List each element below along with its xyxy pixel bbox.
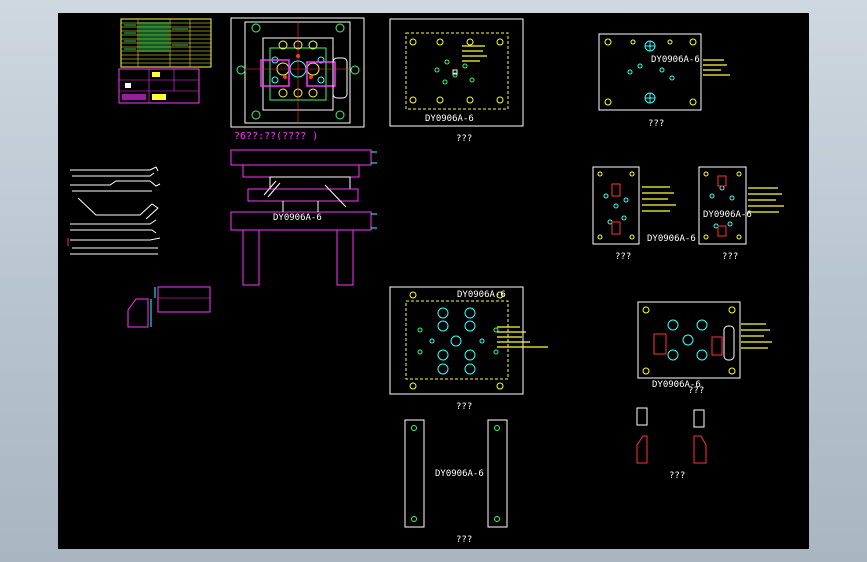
mold-plan-view — [230, 17, 365, 128]
plate-mid-right-caption: ??? — [722, 252, 738, 262]
guide-bars-caption: ??? — [456, 535, 472, 545]
plate-top-right-caption: ??? — [648, 119, 664, 129]
side-view-code: DY0906A-6 — [273, 213, 322, 223]
guide-bars-code: DY0906A-6 — [435, 469, 484, 479]
punch-caption: ??? — [669, 471, 685, 481]
layout-caption: ?6??:??(???? ) — [234, 131, 318, 142]
plate-mid-left-code: DY0906A-6 — [647, 234, 696, 244]
parts-table — [120, 18, 212, 68]
cad-drawing[interactable]: ?6??:??(???? ) DY0906A-6 DY0906A-6 ??? D… — [0, 0, 867, 562]
plate-bottom-center — [389, 286, 548, 395]
strip-profiles — [67, 166, 161, 255]
plate-mid-left-caption: ??? — [615, 252, 631, 262]
plate-top-right-code: DY0906A-6 — [651, 55, 700, 65]
plate-top-caption: ??? — [456, 134, 472, 144]
plate-top-code: DY0906A-6 — [425, 114, 474, 124]
plate-bottom-right — [637, 301, 772, 379]
plate-bottom-right-caption: ??? — [688, 386, 704, 396]
punch-details — [636, 407, 707, 464]
plate-mid-right-code: DY0906A-6 — [703, 210, 752, 220]
plate-bottom-caption: ??? — [456, 402, 472, 412]
plate-mid-left — [592, 166, 676, 245]
plate-top-center — [389, 18, 524, 127]
block-detail — [127, 286, 211, 328]
plate-top-right — [598, 33, 730, 111]
plate-bottom-code: DY0906A-6 — [457, 290, 506, 300]
revision-table — [118, 68, 200, 104]
plate-mid-right — [698, 166, 784, 245]
